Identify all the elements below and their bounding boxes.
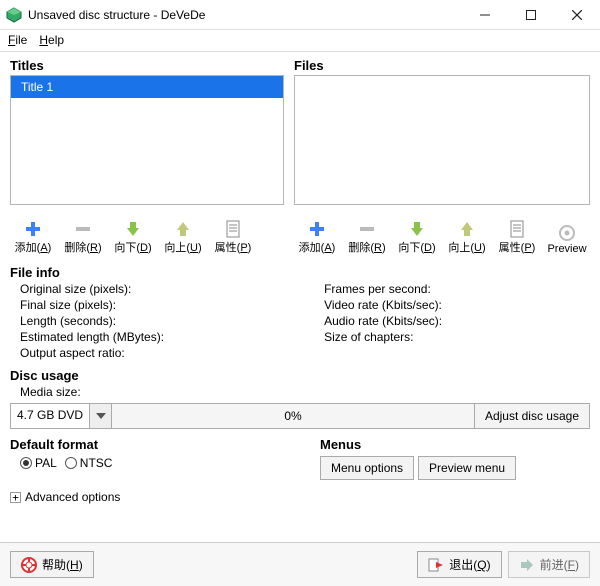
close-button[interactable] <box>554 0 600 30</box>
plus-icon <box>308 219 326 239</box>
files-add-button[interactable]: 添加(A) <box>294 211 340 255</box>
files-listbox[interactable] <box>294 75 590 205</box>
exit-icon <box>428 557 444 573</box>
disc-usage-percent: 0% <box>284 409 301 423</box>
chapters-label: Size of chapters: <box>324 330 442 344</box>
titles-properties-button[interactable]: 属性(P) <box>210 211 256 255</box>
arrow-down-icon <box>408 219 426 239</box>
exit-button[interactable]: 退出(Q) <box>417 551 501 578</box>
expand-icon: + <box>10 492 21 503</box>
forward-button[interactable]: 前进(F) <box>508 551 590 578</box>
menubar: File Help <box>0 30 600 52</box>
final-size-label: Final size (pixels): <box>20 298 164 312</box>
est-length-label: Estimated length (MBytes): <box>20 330 164 344</box>
plus-icon <box>24 219 42 239</box>
radio-pal[interactable]: PAL <box>20 456 57 470</box>
titles-delete-button[interactable]: 删除(R) <box>60 211 106 255</box>
files-up-button[interactable]: 向上(U) <box>444 211 490 255</box>
menus-heading: Menus <box>320 437 590 452</box>
chevron-down-icon <box>89 404 111 428</box>
radio-ntsc[interactable]: NTSC <box>65 456 113 470</box>
titles-up-button[interactable]: 向上(U) <box>160 211 206 255</box>
minus-icon <box>358 219 376 239</box>
menu-help[interactable]: Help <box>39 33 64 47</box>
adjust-disc-usage-button[interactable]: Adjust disc usage <box>474 403 590 429</box>
window-title: Unsaved disc structure - DeVeDe <box>28 8 462 22</box>
disc-usage-progress: 0% <box>112 403 474 429</box>
titles-down-button[interactable]: 向下(D) <box>110 211 156 255</box>
arrow-right-icon <box>519 557 535 573</box>
files-delete-button[interactable]: 删除(R) <box>344 211 390 255</box>
media-size-label: Media size: <box>10 385 590 399</box>
preview-icon <box>558 223 576 243</box>
file-info-heading: File info <box>10 265 590 280</box>
arate-label: Audio rate (Kbits/sec): <box>324 314 442 328</box>
default-format-heading: Default format <box>10 437 280 452</box>
arrow-up-icon <box>174 219 192 239</box>
fps-label: Frames per second: <box>324 282 442 296</box>
advanced-options-expander[interactable]: + Advanced options <box>10 490 590 504</box>
aspect-label: Output aspect ratio: <box>20 346 164 360</box>
menu-options-button[interactable]: Menu options <box>320 456 414 480</box>
media-size-combo[interactable]: 4.7 GB DVD <box>10 403 112 429</box>
files-heading: Files <box>294 58 590 73</box>
vrate-label: Video rate (Kbits/sec): <box>324 298 442 312</box>
media-size-value: 4.7 GB DVD <box>11 404 89 428</box>
disc-usage-heading: Disc usage <box>10 368 590 383</box>
titles-listbox[interactable]: Title 1 <box>10 75 284 205</box>
radio-dot-icon <box>65 457 77 469</box>
length-label: Length (seconds): <box>20 314 164 328</box>
files-preview-button[interactable]: Preview <box>544 211 590 255</box>
properties-icon <box>509 219 525 239</box>
minimize-button[interactable] <box>462 0 508 30</box>
window-titlebar: Unsaved disc structure - DeVeDe <box>0 0 600 30</box>
menu-file[interactable]: File <box>8 33 27 47</box>
minus-icon <box>74 219 92 239</box>
orig-size-label: Original size (pixels): <box>20 282 164 296</box>
app-icon <box>6 7 22 23</box>
lifebuoy-icon <box>21 557 37 573</box>
arrow-up-icon <box>458 219 476 239</box>
properties-icon <box>225 219 241 239</box>
preview-menu-button[interactable]: Preview menu <box>418 456 516 480</box>
files-pane: Files 添加(A) 删除(R) 向下(D) 向上(U) <box>294 58 590 255</box>
files-properties-button[interactable]: 属性(P) <box>494 211 540 255</box>
titles-pane: Titles Title 1 添加(A) 删除(R) 向下(D) <box>10 58 284 255</box>
footer: 帮助(H) 退出(Q) 前进(F) <box>0 542 600 586</box>
files-down-button[interactable]: 向下(D) <box>394 211 440 255</box>
list-item[interactable]: Title 1 <box>11 76 283 98</box>
arrow-down-icon <box>124 219 142 239</box>
maximize-button[interactable] <box>508 0 554 30</box>
files-toolbar: 添加(A) 删除(R) 向下(D) 向上(U) 属性(P) <box>294 211 590 255</box>
radio-dot-icon <box>20 457 32 469</box>
titles-heading: Titles <box>10 58 284 73</box>
help-button[interactable]: 帮助(H) <box>10 551 94 578</box>
titles-toolbar: 添加(A) 删除(R) 向下(D) 向上(U) 属性(P) <box>10 211 284 255</box>
titles-add-button[interactable]: 添加(A) <box>10 211 56 255</box>
